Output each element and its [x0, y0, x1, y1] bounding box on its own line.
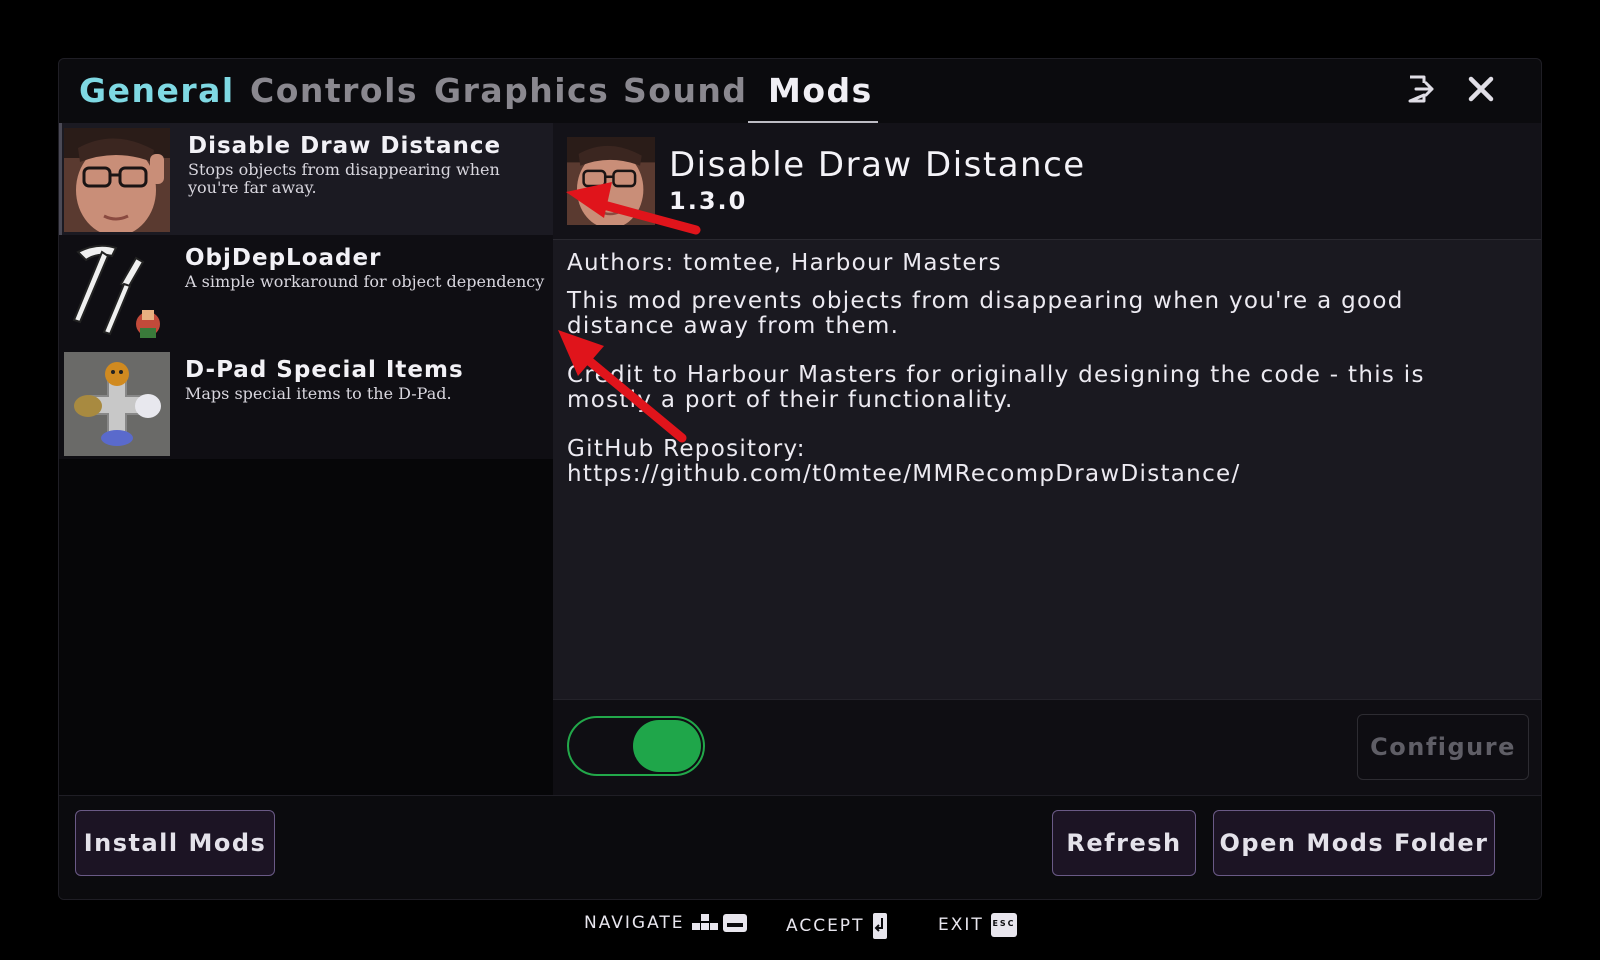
glasses-face-thumbnail — [64, 128, 170, 232]
dpad-masks-thumbnail — [64, 352, 170, 456]
mod-credit-paragraph: Credit to Harbour Masters for originally… — [567, 362, 1425, 413]
bottom-button-bar: Install Mods Refresh Open Mods Folder — [59, 795, 1541, 899]
mod-description: Maps special items to the D-Pad. — [185, 384, 452, 403]
hint-accept: ACCEPT — [786, 912, 890, 940]
glasses-face-thumbnail — [567, 137, 655, 225]
hammer-screwdriver-thumbnail — [64, 240, 170, 344]
mod-details-panel: Disable Draw Distance 1.3.0 Authors: tom… — [553, 123, 1541, 699]
controller-hints: NAVIGATE ACCEPT EXIT ESC — [0, 912, 1600, 942]
tab-bar: General Controls Graphics Sound Mods — [59, 59, 1541, 124]
mod-name: ObjDepLoader — [185, 245, 382, 271]
list-item[interactable]: D-Pad Special Items Maps special items t… — [59, 347, 553, 459]
exit-to-game-icon[interactable] — [1405, 73, 1437, 105]
mod-details-thumbnail — [567, 137, 655, 225]
mod-authors: Authors: tomtee, Harbour Masters — [567, 250, 1002, 276]
hint-navigate: NAVIGATE — [584, 912, 749, 934]
list-item[interactable]: ObjDepLoader A simple workaround for obj… — [59, 235, 553, 347]
refresh-button[interactable]: Refresh — [1052, 810, 1196, 876]
install-mods-button[interactable]: Install Mods — [75, 810, 275, 876]
mod-title: Disable Draw Distance — [669, 145, 1086, 185]
toggle-knob — [633, 720, 701, 772]
tab-general[interactable]: General — [79, 69, 235, 123]
mod-thumbnail — [64, 128, 170, 232]
github-label: GitHub Repository: — [567, 436, 806, 462]
tab-controls[interactable]: Controls — [250, 69, 418, 123]
github-section: GitHub Repository: https://github.com/t0… — [567, 437, 1517, 487]
close-icon[interactable] — [1465, 73, 1497, 105]
hint-label: NAVIGATE — [584, 913, 685, 933]
settings-window: General Controls Graphics Sound Mods Dis… — [58, 58, 1542, 900]
mod-version: 1.3.0 — [669, 187, 748, 215]
github-link[interactable]: https://github.com/t0mtee/MMRecompDrawDi… — [567, 462, 1517, 487]
mod-details-header: Disable Draw Distance 1.3.0 — [553, 123, 1541, 240]
configure-button[interactable]: Configure — [1357, 714, 1529, 780]
mod-list: Disable Draw Distance Stops objects from… — [59, 123, 554, 795]
enter-key-icon — [873, 913, 888, 939]
tab-graphics[interactable]: Graphics — [434, 69, 609, 123]
mod-enabled-toggle[interactable] — [567, 716, 705, 776]
hint-exit: EXIT ESC — [938, 912, 1018, 938]
mod-description-body: Authors: tomtee, Harbour Masters This mo… — [567, 251, 1517, 487]
tab-mods[interactable]: Mods — [748, 69, 878, 123]
hint-label: ACCEPT — [786, 916, 865, 936]
navigate-keys-icon — [691, 914, 747, 932]
open-mods-folder-button[interactable]: Open Mods Folder — [1213, 810, 1495, 876]
hint-label: EXIT — [938, 915, 984, 935]
esc-key-icon: ESC — [990, 913, 1017, 937]
mod-description: A simple workaround for object dependenc… — [185, 272, 545, 291]
mod-description-paragraph: This mod prevents objects from disappear… — [567, 288, 1404, 339]
mod-actions-bar: Configure — [553, 699, 1541, 796]
svg-text:ESC: ESC — [992, 919, 1015, 928]
mod-name: Disable Draw Distance — [188, 133, 502, 159]
tab-sound[interactable]: Sound — [623, 69, 748, 123]
list-item[interactable]: Disable Draw Distance Stops objects from… — [59, 123, 553, 235]
mod-thumbnail — [64, 240, 170, 344]
mod-thumbnail — [64, 352, 170, 456]
mod-name: D-Pad Special Items — [185, 357, 464, 383]
mod-description: Stops objects from disappearing when you… — [188, 160, 500, 197]
